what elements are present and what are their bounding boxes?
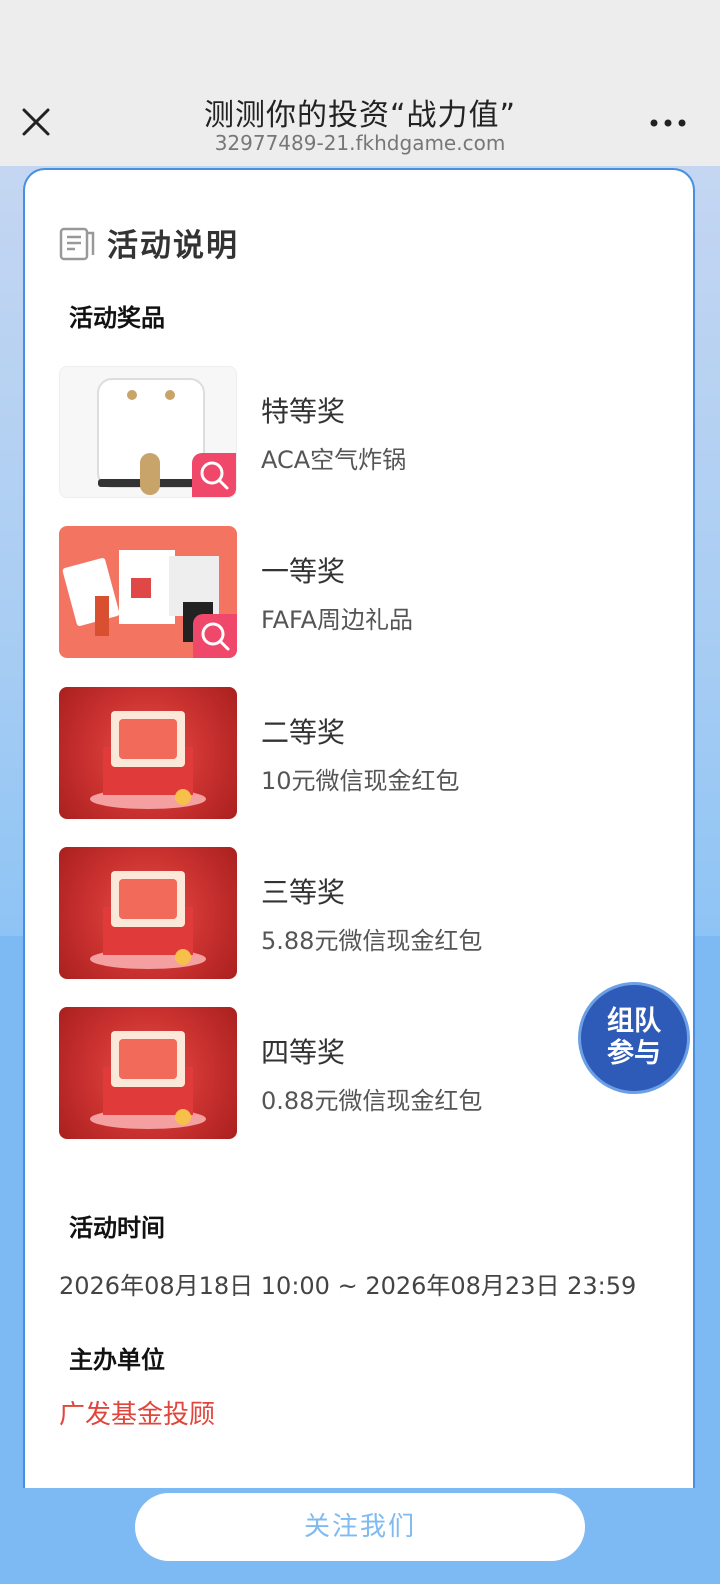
time-section-title: 活动时间 — [57, 1208, 177, 1248]
more-icon[interactable] — [650, 118, 686, 128]
prize-text: 四等奖 0.88元微信现金红包 — [261, 1031, 482, 1116]
red-envelope-box-icon — [90, 1031, 206, 1129]
prize-item: 四等奖 0.88元微信现金红包 — [59, 1006, 659, 1140]
prize-item: 二等奖 10元微信现金红包 — [59, 686, 659, 820]
prize-image-fafa-gifts[interactable] — [59, 526, 237, 658]
prize-rank: 三等奖 — [261, 875, 346, 909]
page-url: 32977489-21.fkhdgame.com — [214, 131, 506, 155]
prize-image-red-envelope[interactable] — [59, 687, 237, 819]
prize-name: 5.88元微信现金红包 — [261, 926, 483, 955]
panel-title: 活动说明 — [107, 228, 239, 264]
follow-us-button[interactable]: 关注我们 — [135, 1493, 585, 1561]
prize-name: ACA空气炸锅 — [261, 445, 407, 474]
prize-item: 一等奖 FAFA周边礼品 — [59, 525, 659, 659]
activity-panel: 活动说明 活动奖品 特等奖 ACA空气炸锅 一等奖 FAFA周边礼品 二等奖 1… — [23, 168, 695, 1488]
prize-image-air-fryer[interactable] — [59, 366, 237, 498]
prize-name: 10元微信现金红包 — [261, 766, 460, 795]
prize-text: 特等奖 ACA空气炸锅 — [261, 390, 406, 475]
zoom-button[interactable] — [192, 453, 236, 497]
prize-text: 一等奖 FAFA周边礼品 — [261, 550, 413, 635]
prize-text: 二等奖 10元微信现金红包 — [261, 711, 460, 796]
prize-image-red-envelope[interactable] — [59, 1007, 237, 1139]
browser-top-bar: 测测你的投资“战力值” 32977489-21.fkhdgame.com — [0, 0, 720, 166]
search-icon — [201, 622, 230, 651]
prize-image-red-envelope[interactable] — [59, 847, 237, 979]
prize-name: 0.88元微信现金红包 — [261, 1086, 483, 1115]
prize-text: 三等奖 5.88元微信现金红包 — [261, 871, 482, 956]
red-envelope-box-icon — [90, 711, 206, 809]
search-icon — [200, 461, 229, 490]
organizer-section-title: 主办单位 — [57, 1340, 177, 1380]
prize-rank: 一等奖 — [261, 554, 346, 588]
zoom-button[interactable] — [193, 614, 237, 658]
prizes-section-title: 活动奖品 — [57, 298, 177, 338]
red-envelope-box-icon — [90, 871, 206, 969]
prize-rank: 特等奖 — [261, 394, 346, 428]
prize-rank: 二等奖 — [261, 715, 346, 749]
document-icon — [59, 227, 95, 260]
prize-item: 三等奖 5.88元微信现金红包 — [59, 846, 659, 980]
prize-item: 特等奖 ACA空气炸锅 — [59, 365, 659, 499]
panel-header: 活动说明 — [59, 220, 239, 265]
team-button-line1: 组队 — [607, 1006, 661, 1037]
activity-time: 2026年08月18日 10:00 ~ 2026年08月23日 23:59 — [59, 1272, 637, 1300]
team-button-line2: 参与 — [607, 1038, 661, 1069]
page-title: 测测你的投资“战力值” — [203, 98, 517, 133]
team-join-button[interactable]: 组队 参与 — [578, 982, 690, 1094]
prize-rank: 四等奖 — [261, 1035, 346, 1069]
organizer-name[interactable]: 广发基金投顾 — [59, 1394, 215, 1431]
prize-name: FAFA周边礼品 — [261, 605, 414, 634]
